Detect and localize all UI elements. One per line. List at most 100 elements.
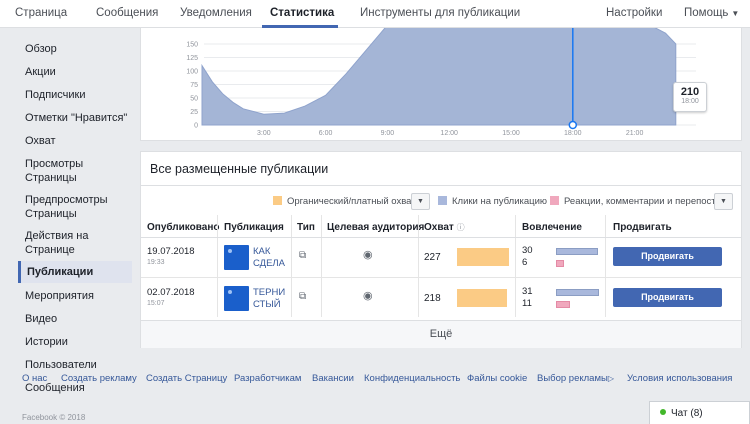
tooltip-time: 18:00 xyxy=(681,98,699,105)
sidebar-item-promotions[interactable]: Акции xyxy=(18,65,132,79)
footer-link-cookies[interactable]: Файлы cookie xyxy=(467,373,527,384)
sidebar-item-reach[interactable]: Охват xyxy=(18,134,132,148)
footer-link-ad-choices-label: Выбор рекламы xyxy=(537,373,608,384)
tab-help[interactable]: Помощь ▼ xyxy=(684,7,739,19)
sidebar-item-page-actions[interactable]: Действия на Странице xyxy=(18,229,132,257)
header-divider xyxy=(141,237,741,238)
legend-reach: Органический/платный охват xyxy=(273,196,416,207)
ad-choices-icon: ▷ xyxy=(607,374,614,383)
photo-icon: ⧉ xyxy=(299,250,307,261)
legend-swatch-clicks xyxy=(438,196,447,205)
column-separator xyxy=(605,215,606,317)
row-divider xyxy=(141,277,741,278)
metric-dropdown-1[interactable]: ▼ xyxy=(411,193,430,210)
tab-page[interactable]: Страница xyxy=(15,7,67,19)
chevron-down-icon: ▼ xyxy=(731,9,740,18)
column-separator xyxy=(418,215,419,317)
tooltip-value: 210 xyxy=(680,86,700,98)
x-tick-label: 15:00 xyxy=(502,130,520,137)
col-post[interactable]: Публикация xyxy=(224,222,284,233)
footer-link-developers[interactable]: Разработчикам xyxy=(234,373,301,384)
show-more-button[interactable]: Ещё xyxy=(141,320,741,348)
column-separator xyxy=(291,215,292,317)
x-tick-label: 9:00 xyxy=(381,130,395,137)
post-date: 19.07.2018 xyxy=(147,246,195,257)
legend-clicks: Клики на публикацию xyxy=(438,196,547,207)
chat-button[interactable]: Чат (8) xyxy=(649,401,750,424)
info-icon[interactable]: ⓘ xyxy=(457,223,465,232)
y-tick-label: 50 xyxy=(190,96,198,103)
footer-link-careers[interactable]: Вакансии xyxy=(312,373,354,384)
footer-link-about[interactable]: О нас xyxy=(22,373,47,384)
boost-post-button[interactable]: Продвигать публикацию xyxy=(613,288,722,321)
tab-settings[interactable]: Настройки xyxy=(606,7,662,19)
footer-link-terms[interactable]: Условия использования xyxy=(627,373,732,384)
reactions-bar xyxy=(556,260,564,267)
footer-link-create-ad[interactable]: Создать рекламу xyxy=(61,373,137,384)
x-tick-label: 6:00 xyxy=(319,130,333,137)
reach-value: 218 xyxy=(424,293,441,304)
y-tick-label: 25 xyxy=(190,109,198,116)
reach-value: 227 xyxy=(424,252,441,263)
clicks-value: 31 xyxy=(522,286,533,297)
sidebar-item-posts[interactable]: Публикации xyxy=(18,261,132,283)
footer-link-create-page[interactable]: Создать Страницу xyxy=(146,373,227,384)
tab-messages[interactable]: Сообщения xyxy=(96,7,158,19)
highlight-point xyxy=(568,120,578,130)
column-separator xyxy=(515,215,516,317)
post-time: 19:33 xyxy=(147,259,165,266)
clicks-value: 30 xyxy=(522,245,533,256)
footer-link-privacy[interactable]: Конфиденциальность xyxy=(364,373,460,384)
all-posts-panel: Все размещенные публикации Органический/… xyxy=(140,151,742,348)
sidebar-item-page-previews[interactable]: Предпросмотры Страницы xyxy=(18,193,132,221)
tab-help-label: Помощь xyxy=(684,7,729,19)
legend-reach-label: Органический/платный охват xyxy=(287,196,416,207)
copyright: Facebook © 2018 xyxy=(22,413,86,422)
col-reach[interactable]: Охват ⓘ xyxy=(424,222,465,233)
tab-notifications[interactable]: Уведомления xyxy=(180,7,252,19)
y-tick-label: 75 xyxy=(190,82,198,89)
y-tick-label: 100 xyxy=(186,69,198,76)
online-status-icon xyxy=(660,409,666,415)
post-date: 02.07.2018 xyxy=(147,287,195,298)
column-separator xyxy=(217,215,218,317)
column-separator xyxy=(321,215,322,317)
sidebar-item-followers[interactable]: Подписчики xyxy=(18,88,132,102)
panel-title: Все размещенные публикации xyxy=(150,162,329,176)
sidebar-item-page-views[interactable]: Просмотры Страницы xyxy=(18,157,132,185)
y-tick-label: 150 xyxy=(186,42,198,49)
post-thumbnail[interactable] xyxy=(224,245,249,270)
globe-icon: ◉ xyxy=(363,249,373,261)
sidebar-item-overview[interactable]: Обзор xyxy=(18,42,132,56)
sidebar-item-stories[interactable]: Истории xyxy=(18,335,132,349)
x-tick-label: 18:00 xyxy=(564,130,582,137)
tab-statistics[interactable]: Статистика xyxy=(270,7,334,19)
footer-link-ad-choices[interactable]: Выбор рекламы▷ xyxy=(537,373,614,384)
reach-bar xyxy=(457,289,507,307)
reach-bar xyxy=(457,248,509,266)
post-thumbnail[interactable] xyxy=(224,286,249,311)
sidebar-item-likes[interactable]: Отметки "Нравится" xyxy=(18,111,132,125)
post-link[interactable]: КАК СДЕЛА xyxy=(253,246,287,270)
col-engagement[interactable]: Вовлечение xyxy=(522,222,582,233)
col-boost: Продвигать xyxy=(613,222,672,233)
reach-area-series xyxy=(201,28,677,126)
post-link[interactable]: ТЕРНИ СТЫЙ xyxy=(253,287,287,311)
chat-label: Чат (8) xyxy=(671,408,703,419)
tab-publishing-tools[interactable]: Инструменты для публикации xyxy=(360,7,520,19)
reach-area-chart: 0 25 50 75 100 125 150 3:00 6:00 9:00 12:00 15:00 18… xyxy=(186,28,696,137)
sidebar-item-people[interactable]: Пользователи xyxy=(18,358,132,372)
legend-reactions: Реакции, комментарии и перепосты xyxy=(550,196,722,207)
x-tick-label: 12:00 xyxy=(440,130,458,137)
metric-dropdown-2[interactable]: ▼ xyxy=(714,193,733,210)
boost-post-button[interactable]: Продвигать публикацию xyxy=(613,247,722,280)
sidebar-item-events[interactable]: Мероприятия xyxy=(18,289,132,303)
photo-icon: ⧉ xyxy=(299,291,307,302)
sidebar-item-videos[interactable]: Видео xyxy=(18,312,132,326)
col-reach-label: Охват xyxy=(424,222,454,233)
col-published[interactable]: Опубликовано xyxy=(147,222,220,233)
x-tick-label: 21:00 xyxy=(626,130,644,137)
col-type[interactable]: Тип xyxy=(297,222,315,233)
col-audience[interactable]: Целевая аудитория xyxy=(327,222,424,233)
reactions-value: 11 xyxy=(522,298,532,309)
